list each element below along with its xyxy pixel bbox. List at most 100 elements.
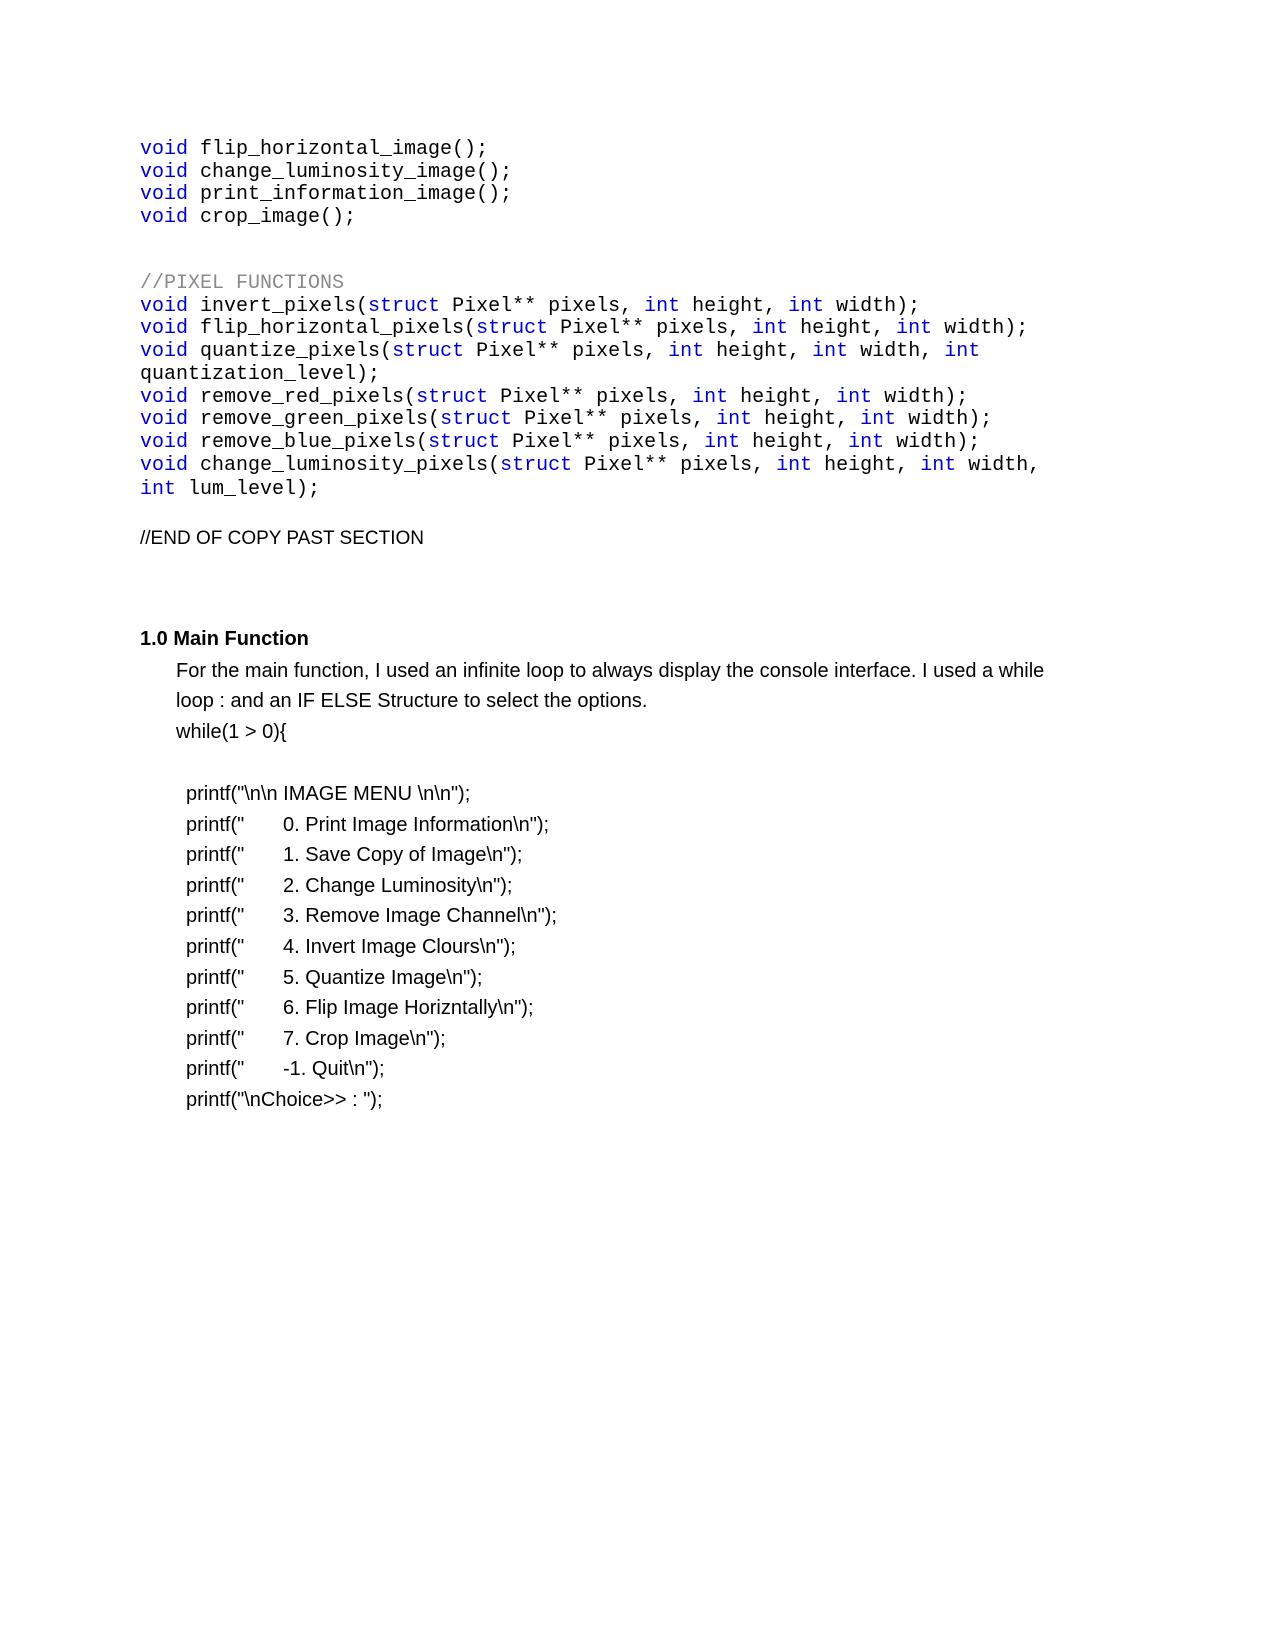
code-keyword: int [848,430,885,454]
code-keyword: void [140,453,189,477]
code-text: remove_green_pixels( [188,408,441,432]
code-keyword: struct [476,317,549,341]
section-heading: 1.0 Main Function [140,628,309,650]
code-line: int lum_level); [140,478,1040,502]
menu-option-text: 5. Quantize Image\n"); [283,966,483,989]
code-text: height, [788,317,897,341]
code-keyword: struct [392,340,465,364]
paragraph-line: For the main function, I used an infinit… [176,660,1045,682]
code-text: height, [752,408,861,432]
code-keyword: int [788,294,825,318]
code-text: width); [896,408,993,432]
code-line: void remove_blue_pixels(struct Pixel** p… [140,430,1040,455]
code-keyword: int [716,408,753,432]
code-comment: //PIXEL FUNCTIONS [140,272,345,295]
menu-code-listing: printf("\n\n IMAGE MENU \n\n"); printf("… [186,779,557,1116]
code-text: width); [884,430,981,454]
code-text: height, [740,430,849,454]
code-keyword: void [140,430,189,454]
code-keyword: int [776,453,813,477]
code-text: crop_image(); [188,206,357,230]
code-text: height, [728,385,837,409]
menu-line: printf(" 7. Crop Image\n"); [186,1024,557,1055]
code-line: void invert_pixels(struct Pixel** pixels… [140,294,1040,319]
code-text: Pixel** pixels, [512,408,717,432]
code-text: width); [824,294,921,318]
code-keyword: void [140,160,189,184]
code-keyword: int [836,385,873,409]
code-keyword: int [692,385,729,409]
code-keyword: void [140,408,189,432]
menu-line: printf(" 4. Invert Image Clours\n"); [186,932,557,963]
code-keyword: int [140,478,177,502]
code-line: void crop_image(); [140,206,512,230]
menu-option-text: 0. Print Image Information\n"); [283,813,550,836]
code-text: width, [848,340,945,364]
code-line: //PIXEL FUNCTIONS [140,272,1040,296]
code-line: void flip_horizontal_image(); [140,138,512,162]
code-text: flip_horizontal_image(); [188,138,489,161]
code-keyword: int [704,430,741,454]
menu-line: printf(" -1. Quit\n"); [186,1054,557,1085]
code-text: width); [932,317,1029,341]
code-line: quantization_level); [140,363,1040,387]
code-keyword: int [896,317,933,341]
code-keyword: struct [428,430,501,454]
code-text: Pixel** pixels, [572,453,777,477]
code-text: Pixel** pixels, [464,340,669,364]
menu-line: printf(" 6. Flip Image Horizntally\n"); [186,993,557,1024]
menu-line: printf(" 0. Print Image Information\n"); [186,810,557,841]
printf-call: printf(" [186,844,245,867]
code-keyword: int [812,340,849,364]
code-text: Pixel** pixels, [488,385,693,409]
code-keyword: struct [500,453,573,477]
code-text: invert_pixels( [188,294,369,318]
code-line: void flip_horizontal_pixels(struct Pixel… [140,318,1040,341]
code-text: height, [812,453,921,477]
menu-option-text: 1. Save Copy of Image\n"); [283,844,523,867]
menu-rows: printf(" 0. Print Image Information\n"); p… [186,810,557,1085]
code-keyword: int [752,317,789,341]
code-line: void change_luminosity_pixels(struct Pix… [140,453,1040,478]
code-text: Pixel** pixels, [440,294,645,318]
code-text: remove_blue_pixels( [188,430,429,454]
end-section-note: //END OF COPY PAST SECTION [140,528,424,549]
code-keyword: int [920,453,957,477]
code-text: width); [872,385,969,409]
code-keyword: void [140,317,189,341]
code-text: Pixel** pixels, [548,317,753,341]
code-text: change_luminosity_pixels( [188,453,501,477]
menu-line-choice: printf("\nChoice>> : "); [186,1088,383,1111]
menu-option-text: -1. Quit\n"); [283,1058,385,1081]
menu-line: printf(" 3. Remove Image Channel\n"); [186,901,557,932]
code-keyword: void [140,206,189,230]
code-keyword: void [140,385,189,409]
code-text: print_information_image(); [188,183,513,207]
code-keyword: void [140,340,189,364]
paragraph-line: loop : and an IF ELSE Structure to selec… [176,690,648,713]
code-line: void change_luminosity_image(); [140,160,513,185]
code-keyword: int [944,340,981,364]
code-text: Pixel** pixels, [500,430,705,454]
code-block-pixel-functions: //PIXEL FUNCTIONS void invert_pixels(stru… [140,272,1040,502]
printf-call: printf(" [186,813,245,836]
code-text: change_luminosity_image(); [188,160,513,184]
printf-call: printf(" [186,966,245,989]
code-keyword: void [140,138,189,161]
section-paragraph: For the main function, I used an infinit… [176,656,1076,747]
menu-option-text: 2. Change Luminosity\n"); [283,874,513,897]
code-keyword: int [668,340,705,364]
code-line: void quantize_pixels(struct Pixel** pixe… [140,340,1040,364]
menu-line: printf(" 5. Quantize Image\n"); [186,963,557,994]
menu-option-text: 7. Crop Image\n"); [283,1027,446,1050]
code-block-function-prototypes: void flip_horizontal_image(); void change… [140,138,513,230]
code-keyword: void [140,183,189,207]
code-line: void print_information_image(); [140,184,512,207]
code-keyword: struct [416,385,489,409]
code-text: remove_red_pixels( [188,385,417,409]
printf-call: printf(" [186,905,245,928]
code-text: flip_horizontal_pixels( [188,317,477,341]
code-line: void remove_green_pixels(struct Pixel** … [140,408,1040,432]
code-keyword: void [140,294,189,318]
printf-call: printf(" [186,1058,245,1081]
